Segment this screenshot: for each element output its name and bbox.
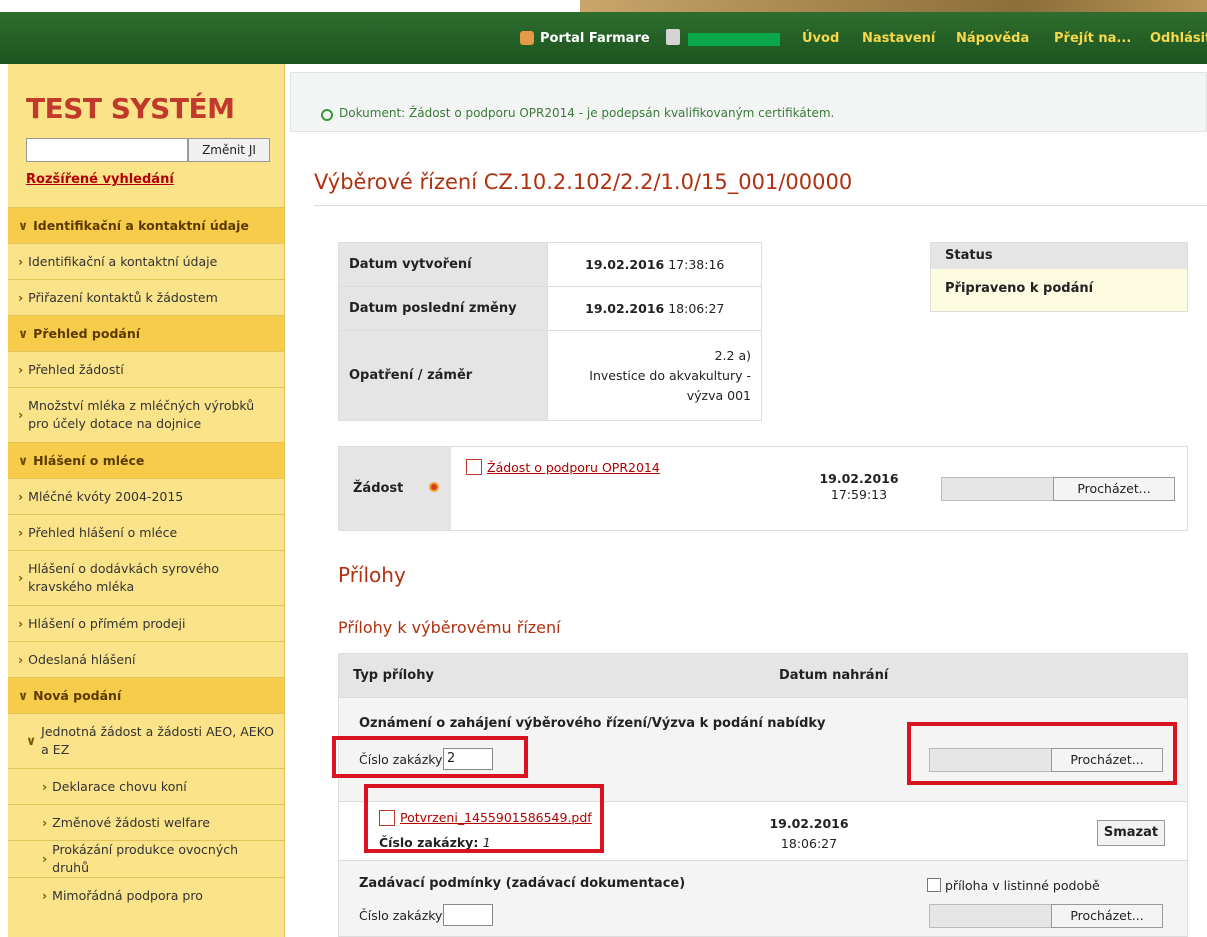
menu-item-mnozstvi-mleka[interactable]: › Množství mléka z mléčných výrobků pro ú… [8,387,284,442]
chevron-down-icon: ∨ [18,217,29,233]
created-label: Datum vytvoření [337,242,549,287]
application-datetime: 19.02.2016 17:59:13 [819,471,899,502]
menu-category-nova-podani[interactable]: ∨ Nová podání [8,677,284,713]
status-box: Status Připraveno k podání [930,242,1188,312]
menu-item-mimoradna-podpora[interactable]: › Mimořádná podpora pro [8,877,284,913]
highlight-browse [907,722,1177,785]
menu-item-identifikacni[interactable]: › Identifikační a kontaktní údaje [8,243,284,279]
menu-category-identifikacni[interactable]: ∨ Identifikační a kontaktní údaje [8,207,284,243]
nav-napoveda[interactable]: Nápověda [956,12,1029,64]
info-table: Datum vytvoření 19.02.2016 17:38:16 Datu… [337,242,762,421]
menu-item-jednotna-zadost[interactable]: ∨ Jednotná žádost a žádosti AEO, AEKO a E… [8,713,284,768]
chevron-right-icon: › [18,407,24,422]
top-navigation-bar: Portal Farmare Úvod Nastavení Nápověda P… [0,12,1207,64]
top-strip [0,0,1207,12]
main-content: Dokument: Žádost o podporu OPR2014 - je … [290,64,1207,937]
menu-item-prirazeni-kontaktu[interactable]: › Přiřazení kontaktů k žádostem [8,279,284,315]
changed-label: Datum poslední změny [337,286,549,331]
check-circle-icon [321,109,333,121]
menu-category-hlaseni-o-mlece[interactable]: ∨ Hlášení o mléce [8,442,284,478]
chevron-right-icon: › [42,778,48,794]
signature-notice: Dokument: Žádost o podporu OPR2014 - je … [290,72,1207,132]
chevron-down-icon: ∨ [18,687,29,703]
nav-nastaveni[interactable]: Nastavení [862,12,935,64]
pdf-icon [466,459,482,475]
certificate-medal-icon [429,482,439,492]
menu-item-ovocne-druhy[interactable]: › Prokázání produkce ovocných druhů [8,840,284,877]
chevron-down-icon: ∨ [18,325,29,341]
chevron-right-icon: › [42,814,48,830]
nav-uvod[interactable]: Úvod [802,12,839,64]
zadavaci-file-input[interactable]: Procházet... [929,904,1163,928]
chevron-right-icon: › [18,615,24,631]
chevron-down-icon: ∨ [18,452,29,468]
paper-attachment-label: příloha v listinné podobě [945,878,1100,893]
zadavaci-browse-button[interactable]: Procházet... [1051,904,1163,928]
col-type-header: Typ přílohy [353,668,434,683]
menu-item-odeslana-hlaseni[interactable]: › Odeslaná hlášení [8,641,284,677]
menu-item-zmenove-welfare[interactable]: › Změnové žádosti welfare [8,804,284,840]
changed-value: 19.02.2016 18:06:27 [547,286,762,331]
system-title: TEST SYSTÉM [26,92,235,125]
sidebar: TEST SYSTÉM Změnit JI Rozšířené vyhledán… [8,64,285,937]
header-banner-image [580,0,1207,12]
chevron-right-icon: › [18,524,24,540]
col-date-header: Datum nahrání [779,668,889,683]
created-value: 19.02.2016 17:38:16 [547,242,762,287]
application-pdf-link[interactable]: Žádost o podporu OPR2014 [487,460,660,475]
highlight-order-number [332,736,528,778]
status-header: Status [931,243,1187,269]
section-zadavaci-podminky: Zadávací podmínky (zadávací dokumentace) [359,876,686,891]
order-number-input-2[interactable] [443,904,493,926]
chevron-right-icon: › [42,887,48,903]
nav-prejit-na[interactable]: Přejít na... [1054,12,1131,64]
highlight-uploaded-file [364,784,604,853]
application-browse-button[interactable]: Procházet... [1053,477,1175,501]
menu-category-prehled-podani[interactable]: ∨ Přehled podání [8,315,284,351]
chevron-right-icon: › [42,851,48,866]
measure-value: 2.2 a) Investice do akvakultury - výzva 00… [547,330,762,421]
ji-search-input[interactable] [26,138,188,162]
order-number-label-2: Číslo zakázky: [359,908,446,923]
attachments-title: Přílohy [338,563,406,587]
attachments-subtitle: Přílohy k výběrovému řízení [338,618,561,637]
section-oznameni: Oznámení o zahájení výběrového řízení/Vý… [359,716,826,731]
uploaded-datetime: 19.02.2016 18:06:27 [769,816,849,851]
title-divider [314,205,1207,206]
user-name-redacted[interactable] [688,33,780,46]
chevron-down-icon: ∨ [26,733,37,748]
chevron-right-icon: › [18,361,24,377]
notice-text: Dokument: Žádost o podporu OPR2014 - je … [339,106,835,120]
attachments-header: Typ přílohy Datum nahrání [339,654,1187,698]
application-file-input[interactable]: Procházet... [941,477,1175,501]
chevron-right-icon: › [18,253,24,269]
chevron-right-icon: › [18,289,24,305]
user-icon [666,29,680,45]
farmer-icon [520,31,534,45]
menu-item-deklarace-koni[interactable]: › Deklarace chovu koní [8,768,284,804]
menu-item-mlecne-kvoty[interactable]: › Mléčné kvóty 2004-2015 [8,478,284,514]
portal-farmare-link[interactable]: Portal Farmare [520,12,650,64]
delete-button[interactable]: Smazat [1097,820,1165,846]
page-title: Výběrové řízení CZ.10.2.102/2.2/1.0/15_0… [314,170,853,194]
nav-odhlasit[interactable]: Odhlásit [1150,12,1207,64]
chevron-right-icon: › [18,570,24,585]
chevron-right-icon: › [18,651,24,667]
measure-label: Opatření / záměr [337,330,549,421]
status-value: Připraveno k podání [931,269,1187,311]
application-row: Žádost Žádost o podporu OPR2014 19.02.20… [338,446,1188,531]
menu-item-prehled-zadosti[interactable]: › Přehled žádostí [8,351,284,387]
menu-item-primy-prodej[interactable]: › Hlášení o přímém prodeji [8,605,284,641]
chevron-right-icon: › [18,488,24,504]
menu-item-prehled-hlaseni[interactable]: › Přehled hlášení o mléce [8,514,284,550]
sidebar-menu: ∨ Identifikační a kontaktní údaje › Identi… [8,207,284,913]
paper-attachment-checkbox[interactable] [927,878,941,892]
advanced-search-link[interactable]: Rozšířené vyhledání [26,172,174,187]
change-ji-button[interactable]: Změnit JI [188,138,270,162]
menu-item-hlaseni-o-dodavkach[interactable]: › Hlášení o dodávkách syrového kravského … [8,550,284,605]
